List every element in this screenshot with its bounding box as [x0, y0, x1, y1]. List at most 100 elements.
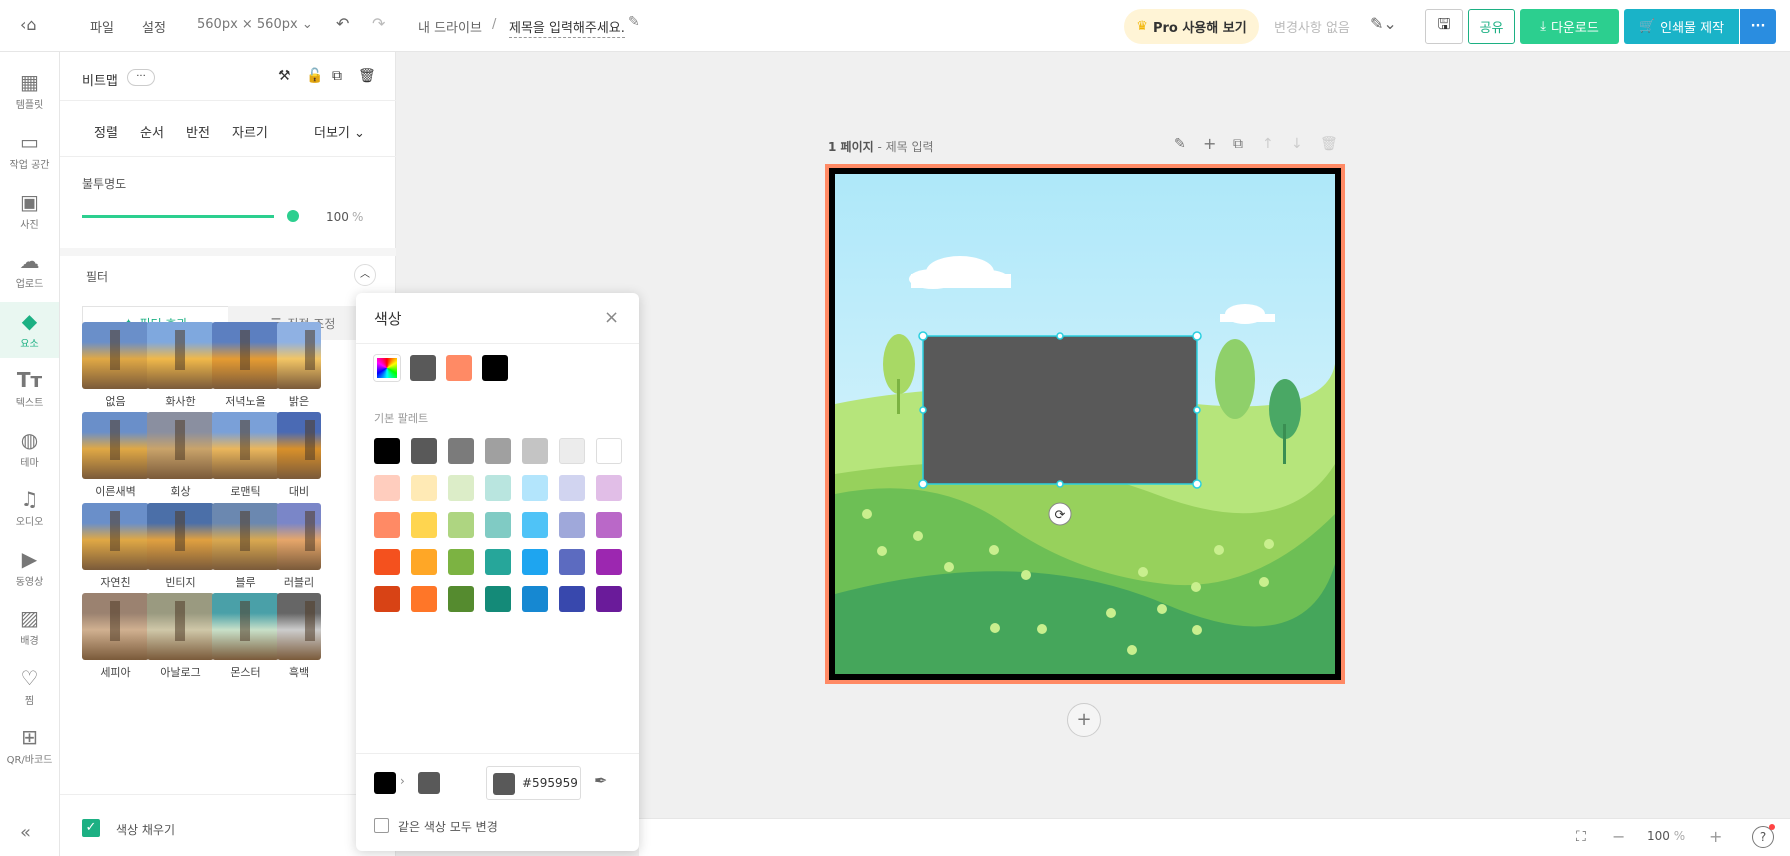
menu-settings[interactable]: 설정: [142, 17, 166, 36]
collapse-panel-icon[interactable]: «: [20, 822, 31, 843]
palette-color-swatch[interactable]: [448, 475, 474, 501]
zoom-out-button[interactable]: −: [1612, 827, 1625, 846]
style-copy-icon[interactable]: ⚒: [278, 68, 291, 84]
add-page-button[interactable]: +: [1067, 703, 1101, 737]
palette-color-swatch[interactable]: [522, 475, 548, 501]
print-order-button[interactable]: 🛒 인쇄물 제작: [1624, 9, 1739, 44]
delete-page-icon[interactable]: 🗑: [1320, 136, 1338, 152]
palette-color-swatch[interactable]: [522, 586, 548, 612]
filter-thumbnail[interactable]: [212, 322, 279, 389]
recent-color-swatch[interactable]: [482, 355, 508, 381]
palette-color-swatch[interactable]: [559, 549, 585, 575]
more-menu[interactable]: 더보기 ⌄: [314, 122, 365, 141]
palette-color-swatch[interactable]: [485, 586, 511, 612]
palette-color-swatch[interactable]: [374, 586, 400, 612]
palette-color-swatch[interactable]: [411, 438, 437, 464]
tab-crop[interactable]: 자르기: [232, 122, 268, 141]
trash-icon[interactable]: 🗑: [358, 68, 376, 84]
filter-thumbnail[interactable]: [82, 412, 149, 479]
eyedropper-icon[interactable]: ✒: [594, 771, 607, 790]
tab-order[interactable]: 순서: [140, 122, 164, 141]
palette-color-swatch[interactable]: [374, 475, 400, 501]
palette-color-swatch[interactable]: [596, 438, 622, 464]
more-options-button[interactable]: ···: [1740, 9, 1776, 44]
save-button[interactable]: 🖫: [1425, 9, 1463, 44]
opacity-slider-handle[interactable]: [287, 210, 299, 222]
palette-color-swatch[interactable]: [485, 438, 511, 464]
fullscreen-icon[interactable]: ⛶: [1576, 829, 1586, 845]
filter-thumbnail[interactable]: [147, 593, 214, 660]
palette-color-swatch[interactable]: [559, 586, 585, 612]
palette-color-swatch[interactable]: [411, 549, 437, 575]
draw-pen-icon[interactable]: ✎⌄: [1370, 14, 1397, 33]
palette-color-swatch[interactable]: [374, 438, 400, 464]
duplicate-icon[interactable]: ⧉: [332, 68, 342, 84]
recent-color-swatch[interactable]: [446, 355, 472, 381]
opacity-slider-track[interactable]: [82, 215, 274, 218]
canvas-size-select[interactable]: 560px × 560px ⌄: [197, 17, 313, 32]
palette-color-swatch[interactable]: [596, 475, 622, 501]
palette-color-swatch[interactable]: [522, 549, 548, 575]
palette-color-swatch[interactable]: [485, 475, 511, 501]
document-title-input[interactable]: 제목을 입력해주세요.: [509, 17, 625, 38]
menu-file[interactable]: 파일: [90, 17, 114, 36]
redo-icon[interactable]: ↷: [372, 14, 385, 33]
nav-photo[interactable]: ▣ 사진: [0, 183, 59, 239]
undo-icon[interactable]: ↶: [336, 14, 349, 33]
zoom-value[interactable]: 100 %: [1647, 829, 1685, 843]
nav-background[interactable]: ▨ 배경: [0, 599, 59, 655]
same-color-checkbox[interactable]: [374, 818, 389, 833]
back-home-icon[interactable]: ‹⌂: [20, 15, 37, 34]
palette-color-swatch[interactable]: [448, 586, 474, 612]
nav-text[interactable]: Tт 텍스트: [0, 361, 59, 417]
filter-thumbnail[interactable]: [147, 503, 214, 570]
opacity-value[interactable]: 100: [326, 210, 349, 224]
pro-trial-button[interactable]: ♛ Pro 사용해 보기: [1124, 9, 1259, 44]
element-more-button[interactable]: ···: [127, 69, 155, 86]
palette-color-swatch[interactable]: [522, 438, 548, 464]
close-icon[interactable]: ×: [604, 307, 619, 328]
pencil-icon[interactable]: ✎: [628, 14, 640, 30]
palette-color-swatch[interactable]: [559, 475, 585, 501]
nav-qr-barcode[interactable]: ⊞ QR/바코드: [0, 718, 59, 774]
filter-thumbnail[interactable]: [82, 503, 149, 570]
nav-elements[interactable]: ◆ 요소: [0, 302, 59, 358]
filter-thumbnail[interactable]: [277, 322, 321, 389]
filter-thumbnail[interactable]: [147, 412, 214, 479]
nav-upload[interactable]: ☁ 업로드: [0, 242, 59, 298]
breadcrumb-root[interactable]: 내 드라이브: [418, 17, 482, 36]
palette-color-swatch[interactable]: [374, 549, 400, 575]
filter-thumbnail[interactable]: [212, 503, 279, 570]
nav-video[interactable]: ▶ 동영상: [0, 540, 59, 596]
palette-color-swatch[interactable]: [411, 512, 437, 538]
lock-icon[interactable]: 🔓: [306, 68, 323, 84]
memo-icon[interactable]: ✎: [1174, 136, 1186, 152]
palette-color-swatch[interactable]: [596, 586, 622, 612]
zoom-in-button[interactable]: +: [1709, 827, 1722, 846]
copy-page-icon[interactable]: ⧉: [1233, 136, 1243, 152]
palette-color-swatch[interactable]: [411, 586, 437, 612]
nav-favorites[interactable]: ♡ 찜: [0, 659, 59, 715]
palette-color-swatch[interactable]: [596, 512, 622, 538]
palette-color-swatch[interactable]: [448, 438, 474, 464]
palette-color-swatch[interactable]: [448, 512, 474, 538]
palette-color-swatch[interactable]: [559, 438, 585, 464]
fill-color-checkbox[interactable]: ✓: [82, 819, 100, 837]
filter-thumbnail[interactable]: [212, 412, 279, 479]
add-page-icon[interactable]: +: [1203, 134, 1216, 153]
page-canvas[interactable]: ⟳: [825, 164, 1345, 684]
tab-align[interactable]: 정렬: [94, 122, 118, 141]
move-down-icon[interactable]: ↓: [1291, 136, 1303, 152]
nav-audio[interactable]: ♫ 오디오: [0, 480, 59, 536]
palette-color-swatch[interactable]: [411, 475, 437, 501]
filter-thumbnail[interactable]: [82, 322, 149, 389]
chevron-up-icon[interactable]: ︿: [354, 264, 376, 286]
filter-thumbnail[interactable]: [277, 593, 321, 660]
move-up-icon[interactable]: ↑: [1262, 136, 1274, 152]
palette-color-swatch[interactable]: [374, 512, 400, 538]
filter-thumbnail[interactable]: [147, 322, 214, 389]
filter-thumbnail[interactable]: [82, 593, 149, 660]
filter-thumbnail[interactable]: [277, 503, 321, 570]
download-button[interactable]: ⤓ 다운로드: [1520, 9, 1619, 44]
filter-thumbnail[interactable]: [277, 412, 321, 479]
